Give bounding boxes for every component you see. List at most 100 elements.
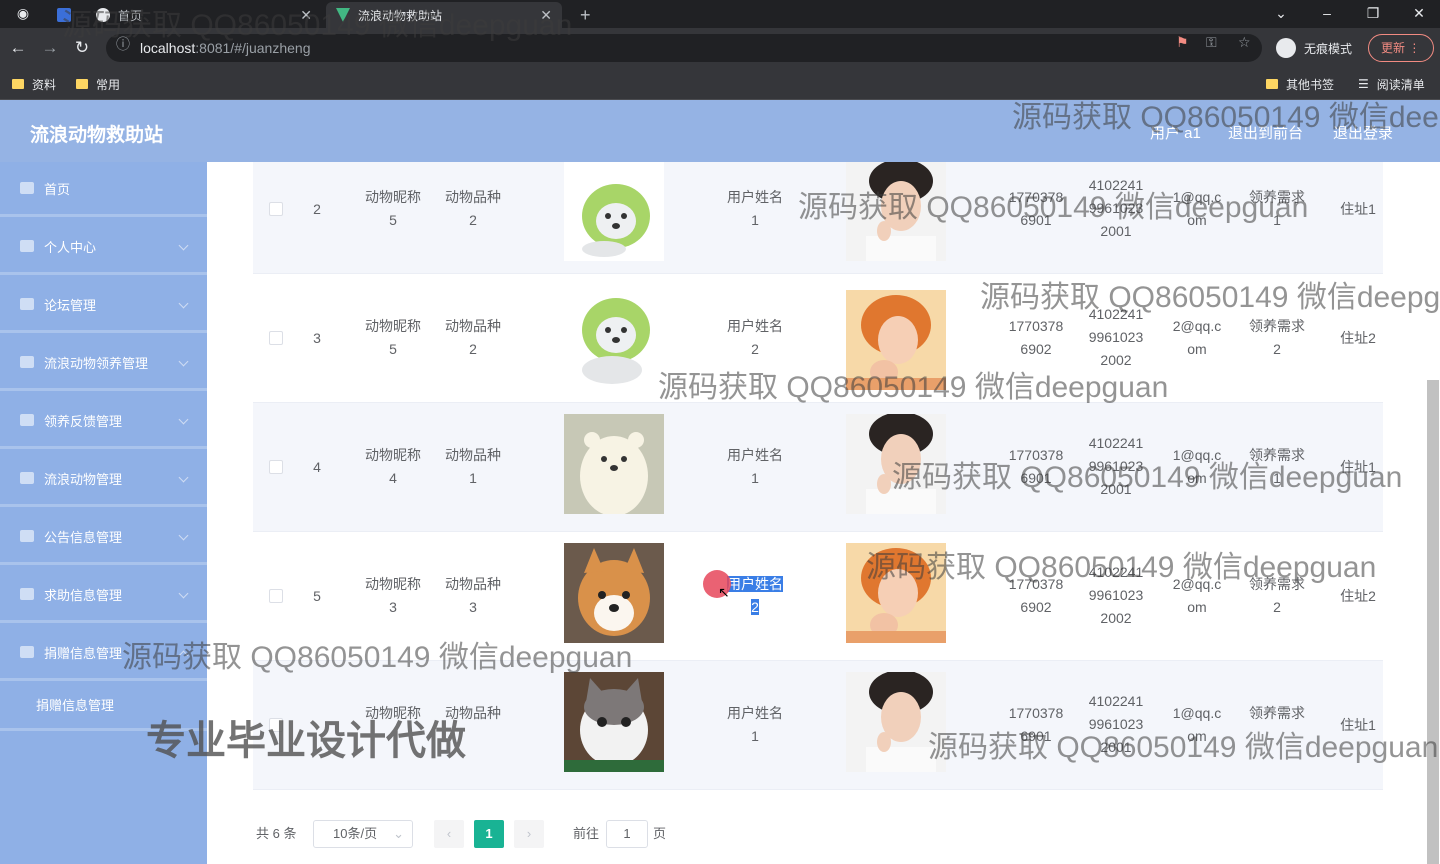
current-page-button[interactable]: 1 xyxy=(474,820,504,848)
tab-rescue-station[interactable]: 流浪动物救助站 ✕ xyxy=(326,2,562,28)
bookmark-folder[interactable]: 资料 xyxy=(12,74,56,94)
sidebar-item-label: 流浪动物领养管理 xyxy=(44,355,149,371)
idcard-line-3: 2001 xyxy=(1100,481,1132,497)
user-photo xyxy=(846,162,946,261)
phone-line-1: 1770378 xyxy=(1008,705,1064,721)
row-checkbox[interactable] xyxy=(269,331,283,345)
sidebar-item-forum[interactable]: 论坛管理 xyxy=(0,278,207,333)
chevron-down-icon xyxy=(178,414,189,425)
close-icon[interactable]: ✕ xyxy=(300,7,312,24)
tab-search-icon[interactable]: ⌄ xyxy=(1258,0,1304,28)
table-row[interactable]: 3 动物昵称 5 动物品种 2 用户姓名 2 1770378 6902 4102241 9… xyxy=(253,274,1383,403)
phone-cell: 1770378 6902 xyxy=(1006,573,1066,619)
chevron-down-icon xyxy=(178,356,189,367)
sidebar-item-label: 领养反馈管理 xyxy=(44,413,123,429)
donation-icon xyxy=(20,646,34,658)
key-icon[interactable]: ⚿ xyxy=(1206,34,1217,51)
need-cell: 领养需求 1 xyxy=(1247,444,1307,490)
new-tab-button[interactable]: + xyxy=(570,2,600,28)
chevron-down-icon xyxy=(178,588,189,599)
sidebar-item-label: 首页 xyxy=(44,181,71,197)
username-label: 用户姓名 xyxy=(727,447,783,463)
phone-cell: 1770378 6901 xyxy=(1006,444,1066,490)
table-row[interactable]: 4 动物昵称 4 动物品种 1 用户姓名 1 1770378 6901 4102241 9… xyxy=(253,403,1383,532)
row-checkbox[interactable] xyxy=(269,589,283,603)
back-icon[interactable]: ← xyxy=(6,36,30,60)
need-value: 1 xyxy=(1273,470,1281,486)
idcard-line-1: 4102241 xyxy=(1088,435,1144,451)
row-checkbox[interactable] xyxy=(269,202,283,216)
browser-menu-icon[interactable]: ◉ xyxy=(0,0,46,28)
minimize-icon[interactable]: – xyxy=(1304,0,1350,28)
address-cell: 住址2 xyxy=(1340,330,1376,346)
next-page-button[interactable]: › xyxy=(514,820,544,848)
need-cell: 领养需求 2 xyxy=(1247,315,1307,361)
email-line-2: om xyxy=(1187,341,1207,357)
idcard-line-2: 9961023 xyxy=(1088,587,1144,603)
incognito-profile[interactable]: 无痕模式 xyxy=(1276,34,1352,62)
breed-cell: 动物品种 1 xyxy=(433,444,513,490)
bookmark-folder[interactable]: 常用 xyxy=(76,74,120,94)
logout-link[interactable]: 退出登录 xyxy=(1333,122,1393,143)
username-cell: 用户姓名 1 xyxy=(715,444,795,490)
nickname-label: 动物昵称 xyxy=(365,576,421,592)
back-to-frontend-link[interactable]: 退出到前台 xyxy=(1228,122,1303,143)
close-icon[interactable]: ✕ xyxy=(540,7,552,24)
breed-cell: 动物品种 2 xyxy=(433,186,513,232)
breed-value: 3 xyxy=(469,599,477,615)
restore-icon[interactable]: ❐ xyxy=(1350,0,1396,28)
phone-line-2: 6901 xyxy=(1020,470,1052,486)
reading-list[interactable]: ☰ 阅读清单 xyxy=(1358,74,1425,94)
pinned-tab[interactable] xyxy=(52,2,76,28)
sidebar-item-notices[interactable]: 公告信息管理 xyxy=(0,510,207,565)
animal-photo xyxy=(564,414,664,514)
username-label: 用户姓名 xyxy=(727,318,783,334)
forum-icon xyxy=(20,298,34,310)
sidebar-item-animals[interactable]: 流浪动物管理 xyxy=(0,452,207,507)
url-bar[interactable]: localhost:8081/#/juanzheng xyxy=(106,34,1262,62)
table-row[interactable]: 5 动物昵称 3 动物品种 3 用户姓名 2 1770378 6902 4102241 9… xyxy=(253,532,1383,661)
site-info-icon[interactable]: ⓘ xyxy=(116,34,130,54)
sidebar-item-profile[interactable]: 个人中心 xyxy=(0,220,207,275)
page-size-select[interactable]: 10条/页 ⌄ xyxy=(313,820,413,848)
forward-icon[interactable]: → xyxy=(38,36,62,60)
current-user[interactable]: 用户 a1 xyxy=(1150,122,1201,143)
sidebar-item-adoption[interactable]: 流浪动物领养管理 xyxy=(0,336,207,391)
idcard-cell: 4102241 9961023 2001 xyxy=(1086,432,1146,501)
prev-page-button[interactable]: ‹ xyxy=(434,820,464,848)
bookmarks-bar: 资料 常用 其他书签 ☰ 阅读清单 xyxy=(0,68,1440,100)
tab-home[interactable]: 首页 ✕ xyxy=(86,2,322,28)
table-row[interactable]: 2 动物昵称 5 动物品种 2 用户姓名 1 1770378 6901 4102241 9… xyxy=(253,162,1383,274)
sidebar-item-label: 论坛管理 xyxy=(44,297,97,313)
sidebar-item-donation[interactable]: 捐赠信息管理 xyxy=(0,626,207,681)
selected-text: 2 xyxy=(751,599,759,615)
chevron-down-icon xyxy=(178,472,189,483)
phone-line-1: 1770378 xyxy=(1008,318,1064,334)
nickname-cell: 动物昵称 5 xyxy=(353,186,433,232)
nickname-label: 动物昵称 xyxy=(365,318,421,334)
window-close-icon[interactable]: ✕ xyxy=(1396,0,1440,28)
username-label: 用户姓名 xyxy=(727,189,783,205)
email-cell: 1@qq.c om xyxy=(1167,702,1227,748)
breed-cell: 动物品种 3 xyxy=(433,573,513,619)
permissions-icon[interactable]: ⚑ xyxy=(1176,34,1189,51)
need-cell: 领养需求 2 xyxy=(1247,573,1307,619)
vertical-scrollbar[interactable] xyxy=(1427,380,1439,864)
reload-icon[interactable]: ↻ xyxy=(70,36,94,60)
sidebar-item-home[interactable]: 首页 xyxy=(0,162,207,217)
update-button[interactable]: 更新 ⋮ xyxy=(1368,34,1434,62)
email-cell: 1@qq.c om xyxy=(1167,186,1227,232)
other-bookmarks[interactable]: 其他书签 xyxy=(1266,74,1334,94)
row-checkbox[interactable] xyxy=(269,460,283,474)
phone-line-2: 6902 xyxy=(1020,599,1052,615)
idcard-cell: 4102241 9961023 2001 xyxy=(1086,690,1146,759)
tab-rescue-title: 流浪动物救助站 xyxy=(358,8,443,23)
user-photo xyxy=(846,543,946,643)
sidebar-item-help[interactable]: 求助信息管理 xyxy=(0,568,207,623)
star-icon[interactable]: ☆ xyxy=(1238,34,1251,51)
goto-page-input[interactable]: 1 xyxy=(606,820,648,848)
need-value: 1 xyxy=(1273,212,1281,228)
sidebar-item-feedback[interactable]: 领养反馈管理 xyxy=(0,394,207,449)
animal-photo xyxy=(564,672,664,772)
need-label: 领养需求 xyxy=(1249,447,1305,463)
